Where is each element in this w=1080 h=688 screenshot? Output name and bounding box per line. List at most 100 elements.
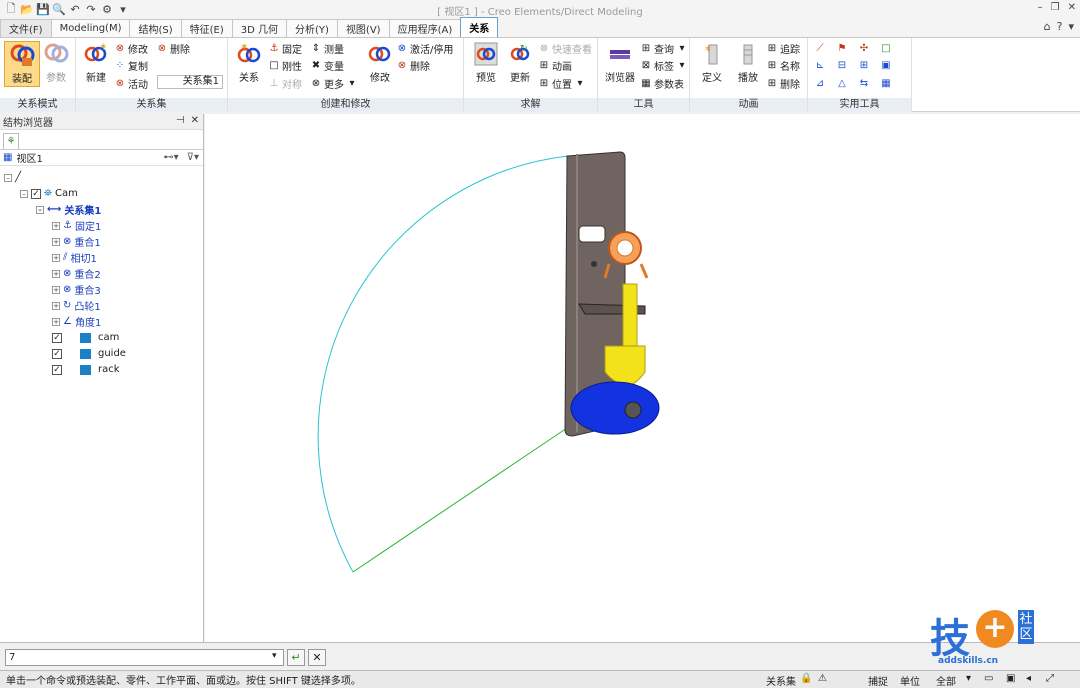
param-table-button[interactable]: ▦ 参数表	[640, 75, 684, 91]
zoom-icon[interactable]: ▣	[1006, 673, 1015, 684]
tree-item-relation[interactable]: + ⚓ 固定1	[52, 218, 101, 233]
tree-item-part[interactable]: ✓ guide	[52, 346, 126, 361]
more-button[interactable]: ⊗ 更多 ▾	[310, 75, 358, 91]
copy-relset-button[interactable]: ⁘ 复制	[114, 57, 148, 73]
fix-button[interactable]: ⚓ 固定	[268, 40, 302, 56]
tree-root[interactable]: – ╱	[4, 170, 21, 185]
tab-analysis[interactable]: 分析(Y)	[286, 19, 338, 37]
util-triangle-icon[interactable]: △	[836, 77, 848, 89]
assemble-mode-button[interactable]: 装配	[4, 41, 40, 87]
status-filter[interactable]: 全部	[936, 673, 956, 688]
cancel-button[interactable]: ✕	[308, 649, 326, 666]
util-edge-icon[interactable]: ⊾	[814, 59, 826, 71]
command-input[interactable]: 7	[5, 649, 284, 666]
query-button[interactable]: ⊞ 查询 ▾	[640, 40, 688, 56]
position-button[interactable]: ⊞ 位置 ▾	[538, 75, 586, 91]
modify-relation-button[interactable]: 修改	[362, 41, 398, 87]
util-line-icon[interactable]: ⟋	[814, 42, 826, 54]
tab-structure[interactable]: 结构(S)	[129, 19, 182, 37]
lock-icon[interactable]: 🔒	[800, 673, 812, 684]
pin-icon[interactable]: ⊣	[176, 115, 185, 126]
restore-button[interactable]: ❐	[1051, 2, 1060, 13]
util-box-icon[interactable]: □	[880, 42, 892, 54]
modify-relset-button[interactable]: ⊗ 修改	[114, 40, 148, 56]
tag-button[interactable]: ⊠ 标签 ▾	[640, 57, 688, 73]
tree-item-relation[interactable]: + ∠ 角度1	[52, 314, 101, 329]
play-animation-button[interactable]: 播放	[730, 41, 766, 87]
track-button[interactable]: ⊞ 追踪	[766, 40, 800, 56]
tab-modeling[interactable]: Modeling(M)	[50, 19, 131, 37]
display-icon[interactable]: ▭	[984, 673, 993, 684]
minimize-button[interactable]: –	[1038, 2, 1043, 13]
tree-item-relation[interactable]: + ⫽ 相切1	[52, 250, 97, 265]
tab-features[interactable]: 特征(E)	[180, 19, 233, 37]
relation-button[interactable]: ✶ 关系	[231, 41, 267, 87]
help-icon[interactable]: ?	[1057, 20, 1063, 33]
tab-file[interactable]: 文件(F)	[0, 19, 52, 37]
filter-icon[interactable]: ⊽▾	[187, 152, 199, 163]
preview-button[interactable]: 预览	[468, 41, 504, 87]
viewport-3d[interactable]	[205, 114, 1080, 642]
util-grid-icon[interactable]: ⊞	[858, 59, 870, 71]
tree-item-relation[interactable]: + ⊗ 重合3	[52, 282, 101, 297]
new-relset-button[interactable]: ✶ 新建	[78, 41, 114, 87]
quick-check-button[interactable]: ⊗ 快速查看	[538, 40, 592, 56]
tree-item-relation[interactable]: + ⊗ 重合1	[52, 234, 101, 249]
help-dropdown-icon[interactable]: ▾	[1068, 20, 1074, 33]
browser-button[interactable]: 浏览器	[602, 41, 638, 87]
tab-applications[interactable]: 应用程序(A)	[388, 19, 462, 37]
util-frame-icon[interactable]: ⊟	[836, 59, 848, 71]
home-icon[interactable]: ⌂	[1044, 20, 1051, 33]
tree-item-part[interactable]: ✓ cam	[52, 330, 119, 345]
status-unit[interactable]: 单位	[900, 673, 920, 688]
util-flag-icon[interactable]: ⚑	[836, 42, 848, 54]
tab-relations[interactable]: 关系	[460, 17, 499, 37]
visibility-checkbox[interactable]: ✓	[52, 364, 62, 375]
visibility-checkbox[interactable]: ✓	[52, 348, 62, 359]
binoculars-icon[interactable]: ⊷▾	[164, 152, 179, 163]
symmetric-button[interactable]: ⊥ 对称	[268, 75, 302, 91]
util-table-icon[interactable]: ▦	[880, 77, 892, 89]
close-button[interactable]: ✕	[1068, 2, 1076, 13]
relset-icon: ⟷	[47, 204, 62, 215]
status-capture[interactable]: 捕捉	[868, 673, 888, 688]
tree-item-cam-assembly[interactable]: – ✓ ⛯ Cam	[20, 186, 78, 201]
back-icon[interactable]: ◂	[1026, 673, 1031, 684]
tree-item-relation[interactable]: + ⊗ 重合2	[52, 266, 101, 281]
tab-3d-geometry[interactable]: 3D 几何	[231, 19, 288, 37]
fit-icon[interactable]: ⤢	[1046, 673, 1054, 684]
measure-button[interactable]: ⇕ 测量	[310, 40, 344, 56]
panel-close-icon[interactable]: ✕	[191, 115, 199, 126]
tab-view[interactable]: 视图(V)	[336, 19, 390, 37]
status-relset[interactable]: 关系集	[766, 673, 796, 688]
delete-animation-button[interactable]: ⊞ 删除	[766, 75, 800, 91]
visibility-checkbox[interactable]: ✓	[31, 188, 41, 199]
define-animation-button[interactable]: ✶ 定义	[694, 41, 730, 87]
tree-item-relset[interactable]: – ⟷ 关系集1	[36, 202, 101, 217]
view-selector[interactable]: ▦ 视区1 ⊷▾ ⊽▾	[0, 150, 203, 166]
enter-button[interactable]: ↵	[287, 649, 305, 666]
parameters-mode-button[interactable]: 参数	[38, 41, 74, 87]
util-corner-icon[interactable]: ⊿	[814, 77, 826, 89]
current-relset-field[interactable]: 关系集1	[157, 75, 223, 89]
animate-button[interactable]: ⊞ 动画	[538, 57, 572, 73]
variable-button[interactable]: ✖ 变量	[310, 57, 344, 73]
warning-icon[interactable]: ⚠	[818, 673, 827, 684]
tree-item-relation[interactable]: + ↻ 凸轮1	[52, 298, 101, 313]
delete-relation-button[interactable]: ⊗ 删除	[396, 57, 430, 73]
part-icon	[80, 348, 91, 359]
util-swap-icon[interactable]: ⇆	[858, 77, 870, 89]
tree-tab-icon[interactable]: ⚘	[3, 133, 19, 149]
util-axis-icon[interactable]: ✣	[858, 42, 870, 54]
activate-deactivate-button[interactable]: ⊗ 激活/停用	[396, 40, 454, 56]
name-button[interactable]: ⊞ 名称	[766, 57, 800, 73]
chevron-down-icon[interactable]: ▾	[966, 673, 971, 684]
visibility-checkbox[interactable]: ✓	[52, 332, 62, 343]
rigid-button[interactable]: □ 刚性	[268, 57, 302, 73]
delete-relset-button[interactable]: ⊗ 删除	[156, 40, 190, 56]
chevron-down-icon[interactable]: ▾	[272, 651, 277, 661]
update-button[interactable]: ↻ 更新	[502, 41, 538, 87]
cam-assembly-model[interactable]	[205, 114, 1080, 642]
util-image-icon[interactable]: ▣	[880, 59, 892, 71]
tree-item-part[interactable]: ✓ rack	[52, 362, 120, 377]
